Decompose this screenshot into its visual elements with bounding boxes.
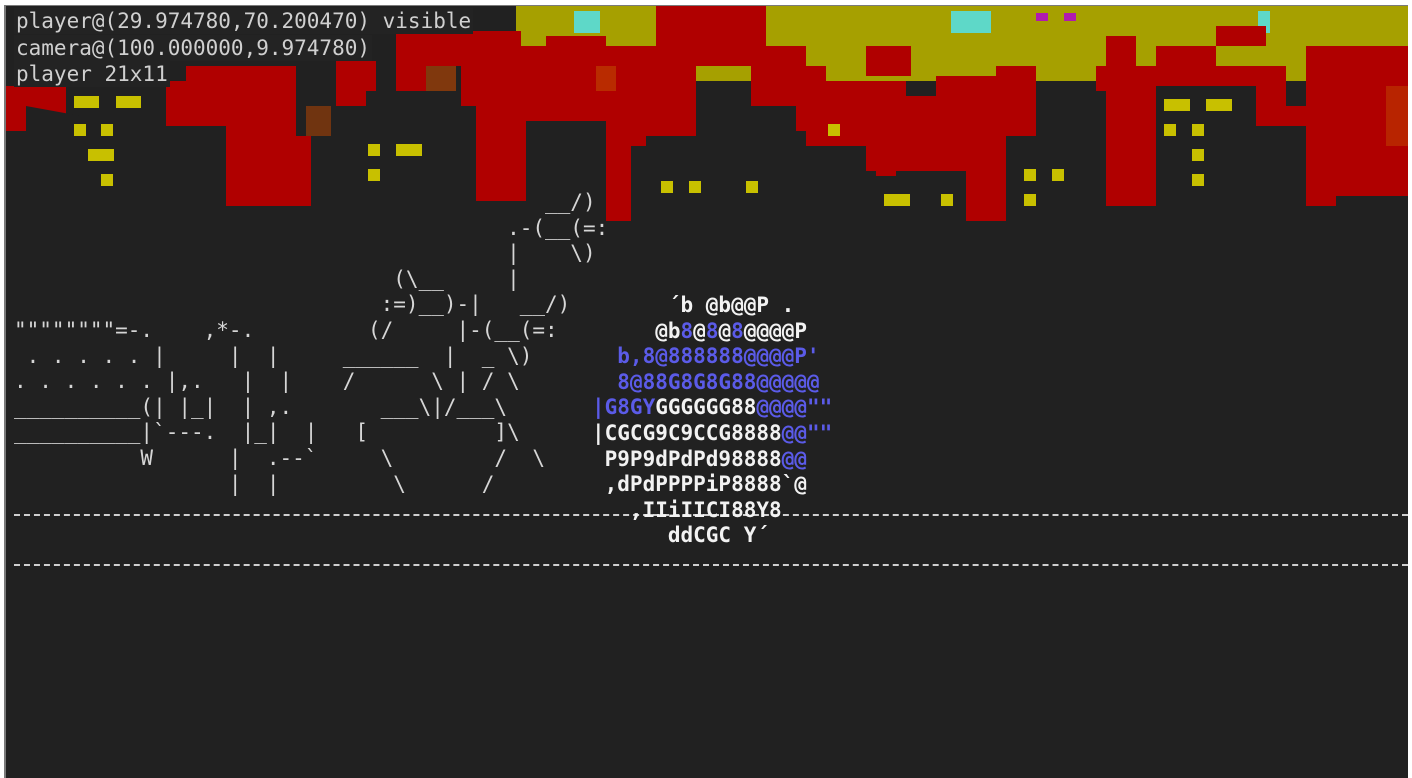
player-sprite-line: |CGCG9C9CCG8888@@"" xyxy=(592,421,832,447)
ascii-scenery-line: W | .--` \ / \ xyxy=(14,445,546,470)
player-sprite-segment: 8 xyxy=(731,318,744,343)
player-sprite-segment: @@@@P xyxy=(743,318,808,343)
player-sprite-segment: |G8GY xyxy=(592,395,656,420)
player-sprite-line: ,IIiIICI88Y8 xyxy=(592,498,832,524)
player-sprite-segment: @b xyxy=(592,318,681,343)
player-sprite-line: @b8@8@8@@@@P xyxy=(592,319,832,345)
player-sprite-line: b,8@888888@@@@P' xyxy=(592,344,832,370)
player-sprite-segment: b,8@888888@@@@P' xyxy=(592,344,820,369)
ascii-scenery: __/) .-(__(=: | \) (\__ | :=)__)-| __/) "… xyxy=(14,190,608,497)
player-sprite-segment: @ xyxy=(693,318,706,343)
player-sprite-segment: 8@88G8G8G88@@@@@ xyxy=(592,369,820,394)
player-sprite-line: P9P9dPdPd98888@@ xyxy=(592,447,832,473)
player-sprite-segment: @@"" xyxy=(781,420,833,445)
player-sprite-segment: ,dPdPPPPiP8888`@ xyxy=(592,472,807,497)
ascii-scenery-line: """"""""=-. ,*-. (/ |-(__(=: xyxy=(14,317,558,342)
player-sprite-line: ´b @b@@P . xyxy=(592,293,832,319)
player-sprite-segment: GGGGGG88 xyxy=(655,395,757,420)
ascii-scenery-line: __________(| |_| | ,. ___\|/___\ xyxy=(14,394,508,419)
ascii-scenery-line: (\__ | xyxy=(14,266,520,291)
player-sprite-segment: P9P9dPdPd98888 xyxy=(592,446,782,471)
camera-position-readout: camera@(100.000000,9.974780) xyxy=(14,35,373,61)
player-sprite-line: |G8GYGGGGGG88@@@@"" xyxy=(592,395,832,421)
ascii-scenery-line: __/) xyxy=(14,190,596,214)
player-sprite-segment: ´b @b@@P . xyxy=(592,293,795,317)
player-position-readout: player@(29.974780,70.200470) visible xyxy=(14,8,474,34)
player-sprite-line: ,dPdPPPPiP8888`@ xyxy=(592,472,832,498)
player-sprite-line: ddCGC Y´ xyxy=(592,523,832,549)
player-sprite-segment: |CGCG9C9CCG8888 xyxy=(592,420,782,445)
player-sprite-segment: ,IIiIICI88Y8 xyxy=(592,497,782,522)
ascii-scenery-line: | \) xyxy=(14,241,596,266)
player-sprite-segment: @ xyxy=(718,318,732,343)
ascii-scenery-line: . . . . . . |,. | | / \ | / \ xyxy=(14,369,520,394)
ground-line-lower xyxy=(14,564,1408,566)
player-size-readout: player 21x11 xyxy=(14,61,170,87)
game-viewport[interactable]: player@(29.974780,70.200470) visible cam… xyxy=(4,5,1408,778)
ascii-scenery-line: . . . . . | | | ______ | _ \) xyxy=(14,343,533,368)
player-sprite-segment: @@@@"" xyxy=(756,395,833,420)
ascii-scenery-line: __________|`---. |_| | [ ]\ xyxy=(14,420,520,445)
player-sprite-segment: @@ xyxy=(781,446,807,471)
ascii-scenery-line: .-(__(=: xyxy=(14,215,609,240)
ascii-scenery-line: | | \ / xyxy=(14,471,495,496)
player-ascii-sprite: ´b @b@@P . @b8@8@8@@@@P b,8@888888@@@@P'… xyxy=(592,293,832,549)
ascii-scenery-line: :=)__)-| __/) xyxy=(14,292,571,317)
player-sprite-segment: ddCGC Y´ xyxy=(592,523,770,548)
player-sprite-segment: 8 xyxy=(705,318,719,343)
player-sprite-line: 8@88G8G8G88@@@@@ xyxy=(592,370,832,396)
player-sprite-segment: 8 xyxy=(680,318,694,343)
